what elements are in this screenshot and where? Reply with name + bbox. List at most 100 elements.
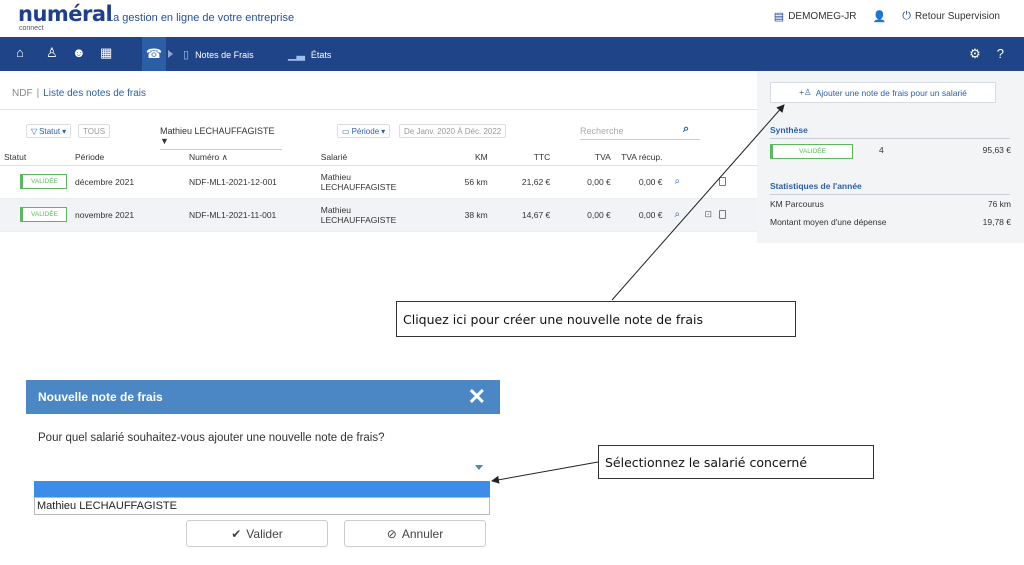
chevron-right-icon <box>168 50 173 58</box>
statut-value-label: TOUS <box>83 126 106 136</box>
caret-down-icon: ▾ <box>62 126 67 136</box>
power-icon: ⏻ <box>902 10 911 22</box>
cell-tva-recup: 0,00 € <box>614 198 667 232</box>
cell-salarie: Mathieu LECHAUFFAGISTE <box>316 198 444 232</box>
breadcrumb-sep: | <box>36 88 40 99</box>
breadcrumb-root[interactable]: NDF <box>12 88 33 99</box>
divider <box>770 138 1010 139</box>
cell-tva: 0,00 € <box>554 165 615 199</box>
cell-actions: ⌕ ⊡ <box>666 198 757 232</box>
dropdown-option-label: Mathieu LECHAUFFAGISTE <box>37 500 177 512</box>
caret-down-icon: ▼ <box>160 136 169 146</box>
cancel-label: Annuler <box>401 526 444 541</box>
periode-filter[interactable]: ▭ Période ▾ <box>337 124 391 138</box>
modal-title: Nouvelle note de frais <box>38 390 163 404</box>
group-icon[interactable]: ☻ <box>72 45 86 60</box>
callout-select-text: Sélectionnez le salarié concerné <box>605 454 808 470</box>
divider <box>770 194 1010 195</box>
cell-statut: VALIDÉE <box>0 198 71 232</box>
cell-tva: 0,00 € <box>554 198 615 232</box>
breadcrumb: NDF | Liste des notes de frais <box>0 77 757 110</box>
col-tva[interactable]: TVA <box>554 150 615 166</box>
retour-label: Retour Supervision <box>914 11 1000 22</box>
status-badge: VALIDÉE <box>20 174 67 189</box>
periode-range[interactable]: De Janv. 2020 À Déc. 2022 <box>399 124 507 138</box>
building-icon: ▤ <box>773 11 785 23</box>
home-icon[interactable]: ⌂ <box>16 45 24 60</box>
modal-question: Pour quel salarié souhaitez-vous ajouter… <box>38 432 385 444</box>
dropdown-caret-icon[interactable] <box>475 465 483 470</box>
document-icon: ▯ <box>183 49 190 61</box>
statut-value[interactable]: TOUS <box>78 124 111 138</box>
callout-create-text: Cliquez ici pour créer une nouvelle note… <box>403 311 704 327</box>
col-ttc[interactable]: TTC <box>491 150 555 166</box>
tab-notes-label: Notes de Frais <box>195 49 254 60</box>
col-km[interactable]: KM <box>443 150 492 166</box>
close-icon[interactable]: ✕ <box>468 384 486 410</box>
col-numero[interactable]: Numéro ∧ <box>185 150 317 166</box>
status-badge[interactable]: VALIDÉE <box>770 144 853 159</box>
synthese-title: Synthèse <box>770 125 808 135</box>
col-statut[interactable]: Statut <box>0 150 71 166</box>
lock-icon[interactable]: ⊡ <box>704 209 712 219</box>
employee-select[interactable]: Mathieu LECHAUFFAGISTE ▼ <box>160 126 282 150</box>
cell-actions: ⌕ <box>666 165 757 199</box>
col-salarie[interactable]: Salarié <box>316 150 444 166</box>
company-selector[interactable]: ▤ DEMOMEG-JR <box>774 10 857 23</box>
calendar-icon: ▭ <box>342 126 350 136</box>
cell-statut: VALIDÉE <box>0 165 71 199</box>
col-tva-recup[interactable]: TVA récup. <box>614 150 667 166</box>
stats-title: Statistiques de l'année <box>770 181 862 191</box>
grid-icon[interactable]: ▦ <box>100 45 112 61</box>
validate-label: Valider <box>246 526 283 541</box>
search-icon[interactable]: ⌕ <box>683 123 689 136</box>
periode-range-label: De Janv. 2020 À Déc. 2022 <box>404 126 502 136</box>
col-numero-label: Numéro <box>189 151 220 162</box>
search-icon[interactable]: ⌕ <box>675 176 681 187</box>
search-icon[interactable]: ⌕ <box>675 209 681 220</box>
dropdown-option[interactable]: Mathieu LECHAUFFAGISTE <box>34 497 490 515</box>
periode-filter-label: Période <box>351 126 380 136</box>
col-periode[interactable]: Période <box>70 150 186 166</box>
add-user-icon: +♙ <box>799 87 812 97</box>
synthese-total: 95,63 € <box>982 145 1011 155</box>
status-badge: VALIDÉE <box>20 207 67 222</box>
table-header-row: Statut Période Numéro ∧ Salarié KM TTC T… <box>0 150 757 166</box>
callout-create: Cliquez ici pour créer une nouvelle note… <box>396 301 796 337</box>
pdf-icon[interactable] <box>719 177 727 187</box>
arrow-line <box>491 461 599 484</box>
statut-filter[interactable]: ▽ Statut ▾ <box>26 124 72 138</box>
cell-km: 56 km <box>443 165 492 199</box>
expense-module-icon[interactable]: ☎ <box>142 37 166 71</box>
validate-button[interactable]: ✔ Valider <box>186 520 328 547</box>
add-expense-button[interactable]: +♙ Ajouter une note de frais pour un sal… <box>770 82 996 103</box>
callout-select: Sélectionnez le salarié concerné <box>598 445 874 479</box>
main-nav: ⌂ ♙ ☻ ▦ ☎ ▯ Notes de Frais ▁▃ États ⚙ ? <box>0 37 1024 71</box>
cell-ttc: 21,62 € <box>491 165 555 199</box>
tab-notes-de-frais[interactable]: ▯ Notes de Frais <box>183 48 254 61</box>
avg-value: 19,78 € <box>982 217 1011 227</box>
expense-table: Statut Période Numéro ∧ Salarié KM TTC T… <box>0 150 757 232</box>
help-icon[interactable]: ? <box>997 46 1004 62</box>
check-icon: ✔ <box>231 526 242 541</box>
add-expense-label: Ajouter une note de frais pour un salari… <box>815 87 967 98</box>
tab-etats[interactable]: ▁▃ États <box>288 48 331 61</box>
gear-icon[interactable]: ⚙ <box>969 46 981 62</box>
logo-word: numéral <box>18 2 113 26</box>
table-row[interactable]: VALIDÉE novembre 2021 NDF-ML1-2021-11-00… <box>0 198 757 232</box>
km-value: 76 km <box>987 199 1011 209</box>
people-icon[interactable]: ♙ <box>46 45 58 61</box>
table-row[interactable]: VALIDÉE décembre 2021 NDF-ML1-2021-12-00… <box>0 165 757 199</box>
logo[interactable]: numéral connect <box>18 2 113 33</box>
nav-right: ⚙ ? <box>969 46 1004 62</box>
km-label: KM Parcourus <box>770 199 824 209</box>
pdf-icon[interactable] <box>719 210 727 220</box>
employee-dropdown[interactable] <box>34 481 490 497</box>
search-input[interactable]: Recherche <box>580 126 700 140</box>
cancel-button[interactable]: ⊘ Annuler <box>344 520 486 547</box>
right-panel: +♙ Ajouter une note de frais pour un sal… <box>757 71 1024 243</box>
modal-header: Nouvelle note de frais ✕ <box>26 380 500 414</box>
retour-supervision-link[interactable]: ⏻ Retour Supervision <box>902 10 1000 23</box>
user-menu[interactable]: 👤 <box>873 10 887 23</box>
caret-down-icon: ▾ <box>381 126 386 136</box>
